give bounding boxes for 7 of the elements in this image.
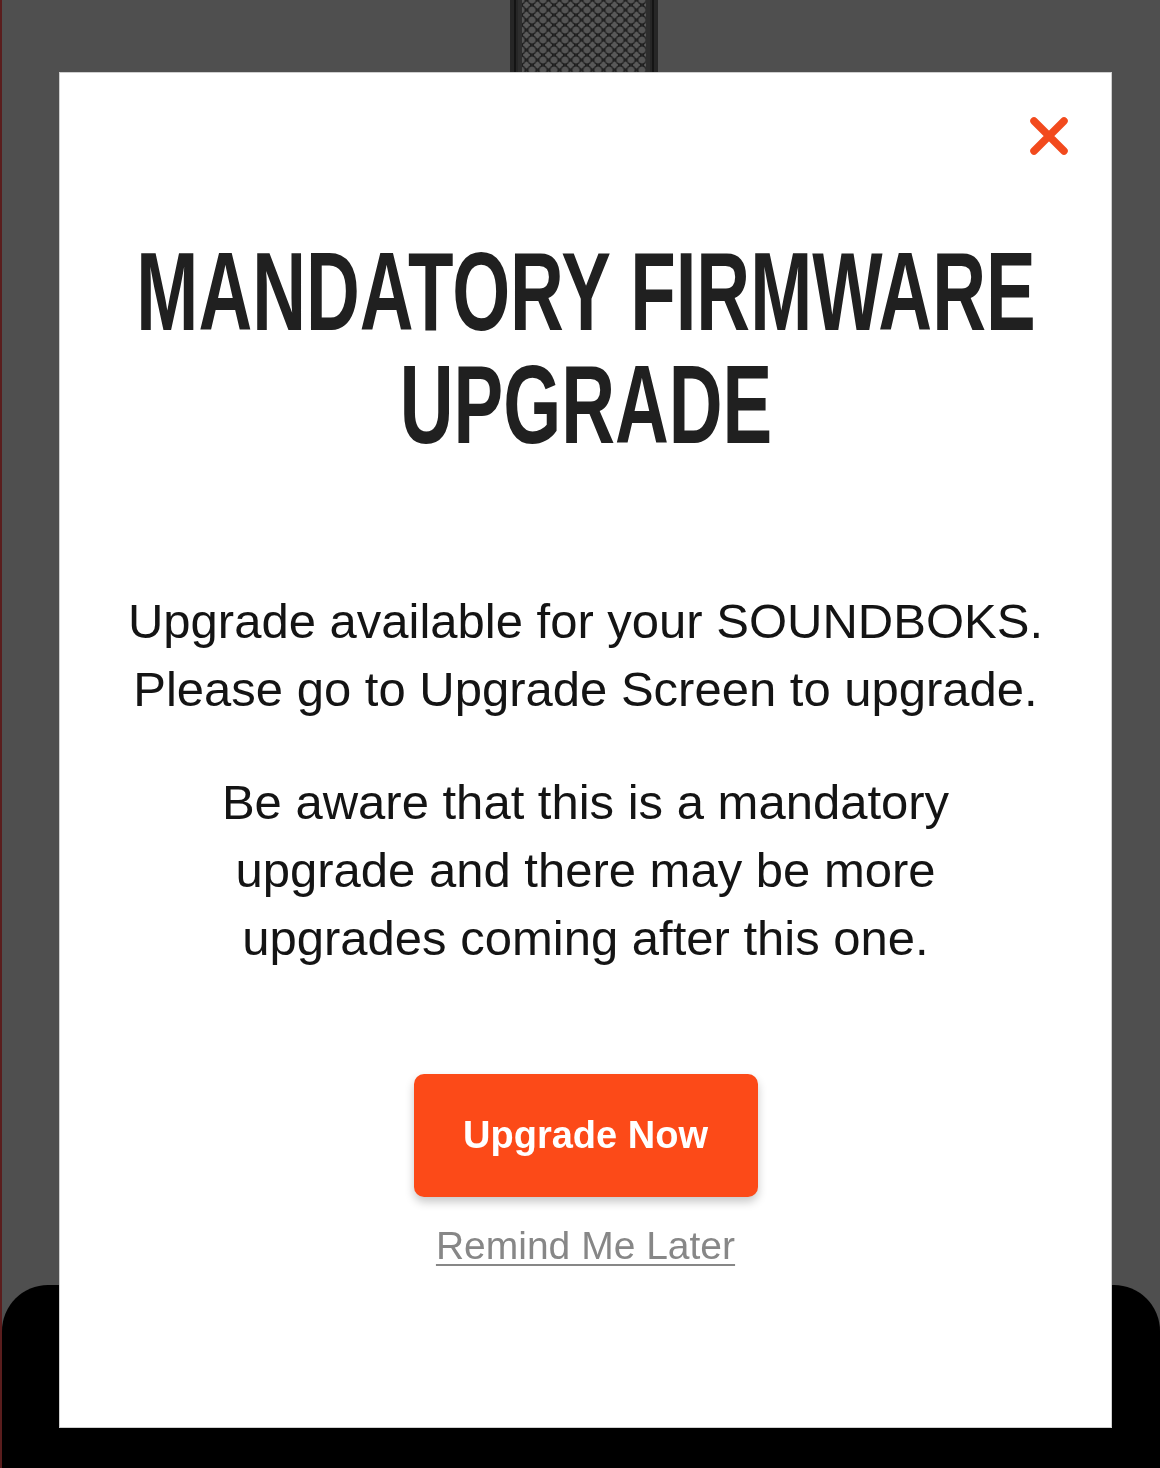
remind-me-later-link[interactable]: Remind Me Later [435,1224,736,1267]
message-text: Be aware that this is a mandatory upgrade and there may be more upgrades coming after this one. [220,774,951,967]
upgrade-now-button[interactable]: Upgrade Now [413,1074,758,1197]
close-button[interactable] [1030,117,1068,155]
dialog-title: MANDATORY FIRMWARE UPGRADE [134,235,1037,461]
message-text: Upgrade available for your SOUNDBOKS. Please go to Upgrade Screen to upgrade. [126,593,1045,718]
close-icon [1030,117,1068,155]
